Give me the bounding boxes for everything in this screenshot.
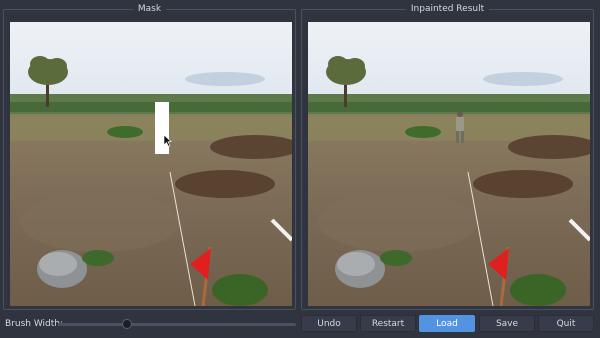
save-button[interactable]: Save [479,315,535,332]
undo-button[interactable]: Undo [301,315,357,332]
brush-width-label: Brush Width: [5,319,64,329]
result-title-text: Inpainted Result [405,4,490,14]
result-canvas [308,22,590,306]
mask-title-text: Mask [132,4,167,14]
result-panel-title: Inpainted Result [302,4,593,15]
result-image [308,22,590,306]
bottom-toolbar: Brush Width: Undo Restart Load Save Quit [0,314,600,336]
brush-width-slider[interactable] [58,319,296,329]
quit-button[interactable]: Quit [538,315,594,332]
mask-panel-title: Mask [4,4,295,15]
brush-width-slider-handle[interactable] [122,319,133,329]
restart-button[interactable]: Restart [360,315,416,332]
mask-image [10,22,292,306]
mask-canvas[interactable] [10,22,292,306]
mask-panel: Mask [3,4,296,310]
mask-brush-stroke [155,102,169,154]
load-button[interactable]: Load [419,315,475,332]
result-panel: Inpainted Result [301,4,594,310]
